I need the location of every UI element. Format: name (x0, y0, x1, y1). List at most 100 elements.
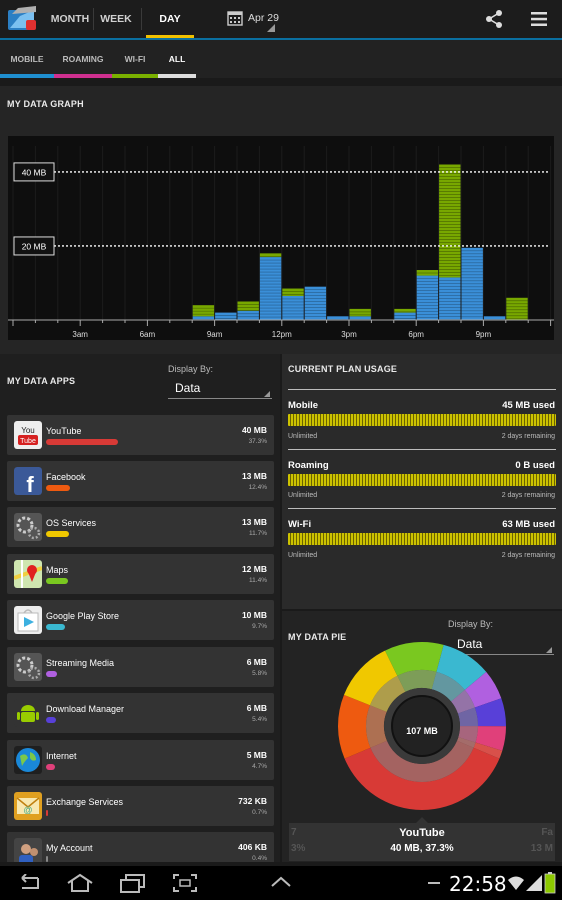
youtube-icon: You Tube (14, 421, 42, 449)
network-tabs: MOBILE ROAMING WI-FI ALL (0, 40, 562, 78)
screenshot-icon[interactable] (172, 873, 198, 893)
caption-value: 40 MB, 37.3% (390, 843, 454, 854)
x-tick-label: 3pm (341, 330, 357, 339)
app-usage-value: 6 MB (246, 657, 267, 667)
graph-bar (259, 253, 282, 258)
data-graph[interactable]: 40 MB 20 MB 3am 6am 9am 12pm 3pm 6pm 9pm (8, 136, 554, 340)
x-tick-label: 6am (140, 330, 156, 339)
app-usage-percent: 9.7% (252, 623, 267, 630)
app-name: Internet (46, 751, 77, 761)
tab-day[interactable]: DAY (146, 0, 194, 38)
app-usage-bar (46, 671, 57, 677)
graph-bar (416, 270, 439, 276)
app-row[interactable]: OS Services 13 MB 11.7% (7, 507, 274, 547)
app-row[interactable]: @ Exchange Services 732 KB 0.7% (7, 786, 274, 826)
plan-roaming-limit: Unlimited (288, 492, 318, 499)
plan-wifi-used: 63 MB used (502, 519, 555, 530)
pie-total: 107 MB (406, 726, 438, 736)
svg-text:You: You (21, 426, 35, 435)
battery-icon (544, 872, 556, 894)
data-apps-panel: MY DATA APPS Display By: Data You Tube You… (0, 354, 280, 862)
tab-all[interactable]: ALL (158, 40, 196, 78)
plan-wifi-limit: Unlimited (288, 552, 318, 559)
x-tick-label: 9am (207, 330, 223, 339)
app-usage-bar (46, 717, 56, 723)
app-usage-bar (46, 624, 65, 630)
globe-icon (14, 746, 42, 774)
app-usage-bar (46, 531, 69, 537)
back-icon[interactable] (14, 874, 42, 892)
caption-next-value: 13 M (530, 843, 553, 854)
plan-wifi-name: Wi-Fi (288, 519, 312, 530)
tab-all-indicator (158, 74, 196, 78)
app-usage-bar (46, 485, 70, 491)
plan-mobile-bar (288, 414, 556, 426)
x-tick-label: 3am (72, 330, 88, 339)
tab-month[interactable]: MONTH (48, 0, 92, 38)
app-usage-bar (46, 578, 68, 584)
tab-roaming-indicator (54, 74, 112, 78)
gears-icon (14, 653, 42, 681)
tab-divider (93, 8, 94, 30)
tab-mobile-indicator (0, 74, 54, 78)
app-name: Facebook (46, 472, 86, 482)
reference-label: 20 MB (22, 241, 47, 251)
app-name: Maps (46, 565, 69, 575)
app-row[interactable]: Streaming Media 6 MB 5.8% (7, 647, 274, 687)
data-graph-panel: MY DATA GRAPH 40 MB 20 MB 3am 6am 9am 12pm 3pm… (0, 86, 562, 354)
x-tick-label: 9pm (476, 330, 492, 339)
app-usage-percent: 11.4% (249, 577, 267, 584)
plan-roaming-remaining: 2 days remaining (501, 492, 555, 499)
app-usage-percent: 0.4% (252, 855, 267, 862)
overflow-menu-icon[interactable] (529, 10, 549, 28)
tab-mobile[interactable]: MOBILE (0, 40, 54, 78)
dropdown-arrow-icon (264, 391, 270, 397)
app-row[interactable]: You Tube YouTube 40 MB 37.3% (7, 415, 274, 455)
display-by-dropdown[interactable]: Data (168, 378, 272, 400)
app-name: Exchange Services (46, 797, 124, 807)
chevron-up-icon[interactable] (270, 876, 292, 888)
recent-apps-icon[interactable] (118, 873, 146, 893)
app-usage-percent: 12.4% (248, 484, 267, 491)
app-name: OS Services (46, 518, 97, 528)
display-by-value: Data (175, 381, 201, 395)
share-icon[interactable] (484, 9, 504, 29)
tab-roaming[interactable]: ROAMING (54, 40, 112, 78)
tab-week[interactable]: WEEK (98, 0, 134, 38)
svg-text:@: @ (23, 805, 32, 815)
app-logo-icon[interactable] (6, 4, 40, 36)
app-row[interactable]: My Account 406 KB 0.4% (7, 832, 274, 862)
svg-text:Tube: Tube (20, 438, 36, 445)
facebook-icon: f (14, 467, 42, 495)
app-usage-bar (46, 764, 55, 770)
reference-label: 40 MB (22, 167, 47, 177)
app-row[interactable]: Download Manager 6 MB 5.4% (7, 693, 274, 733)
app-row[interactable]: f Facebook 13 MB 12.4% (7, 461, 274, 501)
home-icon[interactable] (66, 873, 94, 893)
tab-mobile-label: MOBILE (10, 54, 44, 64)
exchange-icon: @ (14, 792, 42, 820)
app-row[interactable]: Internet 5 MB 4.7% (7, 740, 274, 780)
app-usage-value: 6 MB (246, 703, 267, 713)
plan-mobile-limit: Unlimited (288, 433, 318, 440)
pie-display-by-label: Display By: (448, 619, 494, 629)
dropdown-corner-icon (267, 24, 275, 32)
app-usage-percent: 5.8% (252, 670, 267, 677)
graph-bar (506, 297, 528, 320)
plan-roaming-used: 0 B used (515, 460, 555, 471)
dropdown-arrow-icon (546, 647, 552, 653)
tab-wifi[interactable]: WI-FI (112, 40, 158, 78)
app-usage-percent: 11.7% (249, 530, 267, 537)
app-row[interactable]: Maps 12 MB 11.4% (7, 554, 274, 594)
caption-pointer (416, 817, 428, 823)
plan-divider (288, 389, 556, 390)
app-usage-bar (46, 810, 48, 816)
pie-selection-caption[interactable]: 7 3% YouTube 40 MB, 37.3% Fa 13 M (289, 817, 555, 861)
graph-bar (416, 275, 439, 320)
plan-wifi-bar (288, 533, 556, 545)
graph-title: MY DATA GRAPH (7, 99, 84, 109)
plan-mobile-used: 45 MB used (502, 400, 555, 411)
graph-bar (282, 288, 304, 296)
app-row[interactable]: Google Play Store 10 MB 9.7% (7, 600, 274, 640)
x-tick-label: 12pm (272, 330, 292, 339)
